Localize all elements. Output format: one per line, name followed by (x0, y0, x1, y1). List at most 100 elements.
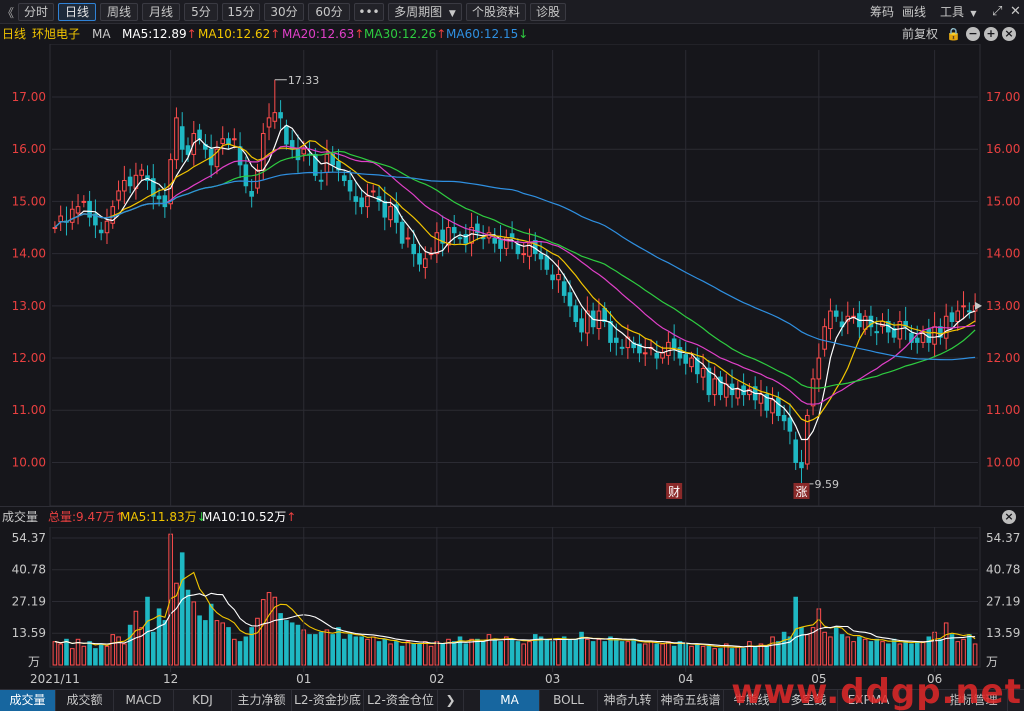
adjust-mode[interactable]: 前复权 (902, 24, 938, 44)
ma5-legend: MA5:12.89↑ (122, 24, 197, 44)
ma-line-ma20 (54, 145, 976, 405)
volume-tick-label-left: 27.19 (12, 594, 46, 608)
volume-bar (596, 638, 602, 666)
tab-l2-position[interactable]: L2-资金仓位 (364, 690, 438, 711)
tab-turnover[interactable]: 成交额 (56, 690, 114, 711)
tabs-next-icon[interactable]: ❯ (438, 690, 464, 711)
price-chart[interactable]: 17.00 16.00 15.00 14.00 13.00 12.00 11.00 10.00… (0, 44, 1024, 507)
volume-bar (752, 645, 758, 666)
volume-bar (284, 620, 289, 666)
tools-button[interactable]: 工具 ▼ (940, 3, 977, 21)
draw-line-button[interactable]: 画线 (902, 3, 926, 21)
collapse-icon[interactable]: 《 (2, 4, 14, 20)
candle-body (451, 227, 457, 234)
ma20-legend: MA20:12.63↑ (282, 24, 364, 44)
low-label: 9.59 (814, 478, 839, 491)
candle-body (770, 399, 775, 414)
volume-bar (399, 645, 405, 666)
volume-chart[interactable]: 54.37 54.37 40.78 40.78 27.19 27.19 13.59 13.59… (0, 527, 1024, 689)
event-marker-label: 涨 (795, 484, 807, 499)
tab-kdj[interactable]: KDJ (174, 690, 232, 711)
volume-tick-label-right: 13.59 (986, 626, 1020, 640)
volume-bar (336, 627, 341, 666)
minus-icon[interactable]: − (966, 27, 980, 41)
candle-body (914, 337, 920, 343)
volume-bar (625, 641, 631, 666)
price-tick-label-left: 17.00 (12, 90, 46, 104)
volume-bar (179, 552, 185, 666)
candle-body (243, 164, 249, 187)
date-tick-label: 12 (163, 672, 178, 686)
diagnose-button[interactable]: 诊股 (530, 3, 566, 21)
candle-body (168, 159, 173, 205)
candle-body (52, 227, 58, 230)
volume-bar (828, 636, 833, 666)
volume-bar (764, 645, 770, 666)
more-periods-button[interactable]: ••• (354, 3, 384, 21)
candle-body (174, 117, 179, 161)
volume-bar (492, 638, 498, 666)
volume-bar (313, 634, 318, 666)
date-tick-label: 2021/11 (30, 672, 80, 686)
candle-body (712, 378, 717, 396)
volume-bar (341, 638, 347, 666)
tab-ma[interactable]: MA (480, 690, 540, 711)
ma10-legend: MA10:12.62↑ (198, 24, 280, 44)
volume-bar (862, 638, 868, 666)
price-tick-label-right: 13.00 (986, 299, 1020, 313)
multi-period-dropdown[interactable]: 多周期图 ▼ (388, 3, 462, 21)
volume-bar (278, 613, 283, 666)
period-tab-15min[interactable]: 15分 (222, 3, 260, 21)
volume-bar (527, 641, 532, 666)
volume-bar (52, 641, 58, 666)
expand-icon[interactable]: ⤢ (992, 3, 1002, 21)
volume-bar (509, 638, 515, 666)
tab-macd[interactable]: MACD (114, 690, 174, 711)
chips-button[interactable]: 筹码 (870, 3, 894, 21)
price-tick-label-right: 14.00 (986, 247, 1020, 261)
volume-bar (567, 638, 573, 666)
candle-body (700, 367, 706, 378)
period-tab-5min[interactable]: 5分 (184, 3, 218, 21)
close-circle-icon[interactable]: × (1002, 510, 1016, 524)
volume-bar (289, 622, 295, 666)
tab-magic-five[interactable]: 神奇五线谱 (658, 690, 724, 711)
period-tab-60min[interactable]: 60分 (308, 3, 350, 21)
period-tab-30min[interactable]: 30分 (264, 3, 304, 21)
plus-icon[interactable]: + (984, 27, 998, 41)
current-price-marker (975, 301, 982, 310)
volume-bar (220, 622, 226, 666)
candle-body (573, 305, 579, 322)
volume-bar (353, 636, 359, 666)
volume-bar (573, 638, 579, 666)
tab-magic-nine[interactable]: 神奇九转 (598, 690, 658, 711)
tab-l2-bottom[interactable]: L2-资金抄底 (292, 690, 364, 711)
volume-bar (469, 638, 474, 666)
price-tick-label-left: 13.00 (12, 299, 46, 313)
period-tab-monthly[interactable]: 月线 (142, 3, 180, 21)
close-icon[interactable]: ✕ (1010, 3, 1021, 21)
tab-boll[interactable]: BOLL (540, 690, 598, 711)
volume-bar (521, 643, 526, 666)
lock-icon[interactable]: 🔒 (946, 27, 961, 41)
period-tab-intraday[interactable]: 分时 (18, 3, 54, 21)
close-circle-icon[interactable]: × (1002, 27, 1016, 41)
candle-body (127, 176, 133, 187)
volume-bar (880, 641, 885, 666)
volume-bar (243, 636, 249, 666)
volume-bar (388, 643, 393, 666)
volume-bar (631, 638, 636, 666)
volume-unit-right: 万 (986, 655, 998, 669)
volume-bar (822, 631, 827, 666)
volume-bar (382, 638, 388, 666)
candle-body (81, 200, 87, 203)
period-tab-weekly[interactable]: 周线 (100, 3, 138, 21)
volume-bar (891, 638, 897, 666)
period-tab-daily[interactable]: 日线 (58, 3, 96, 21)
tab-main-net[interactable]: 主力净额 (232, 690, 292, 711)
stock-info-button[interactable]: 个股资料 (466, 3, 526, 21)
candle-body (613, 337, 619, 343)
volume-bar (307, 634, 312, 666)
tab-volume[interactable]: 成交量 (0, 690, 56, 711)
ma30-legend: MA30:12.26↑ (364, 24, 446, 44)
